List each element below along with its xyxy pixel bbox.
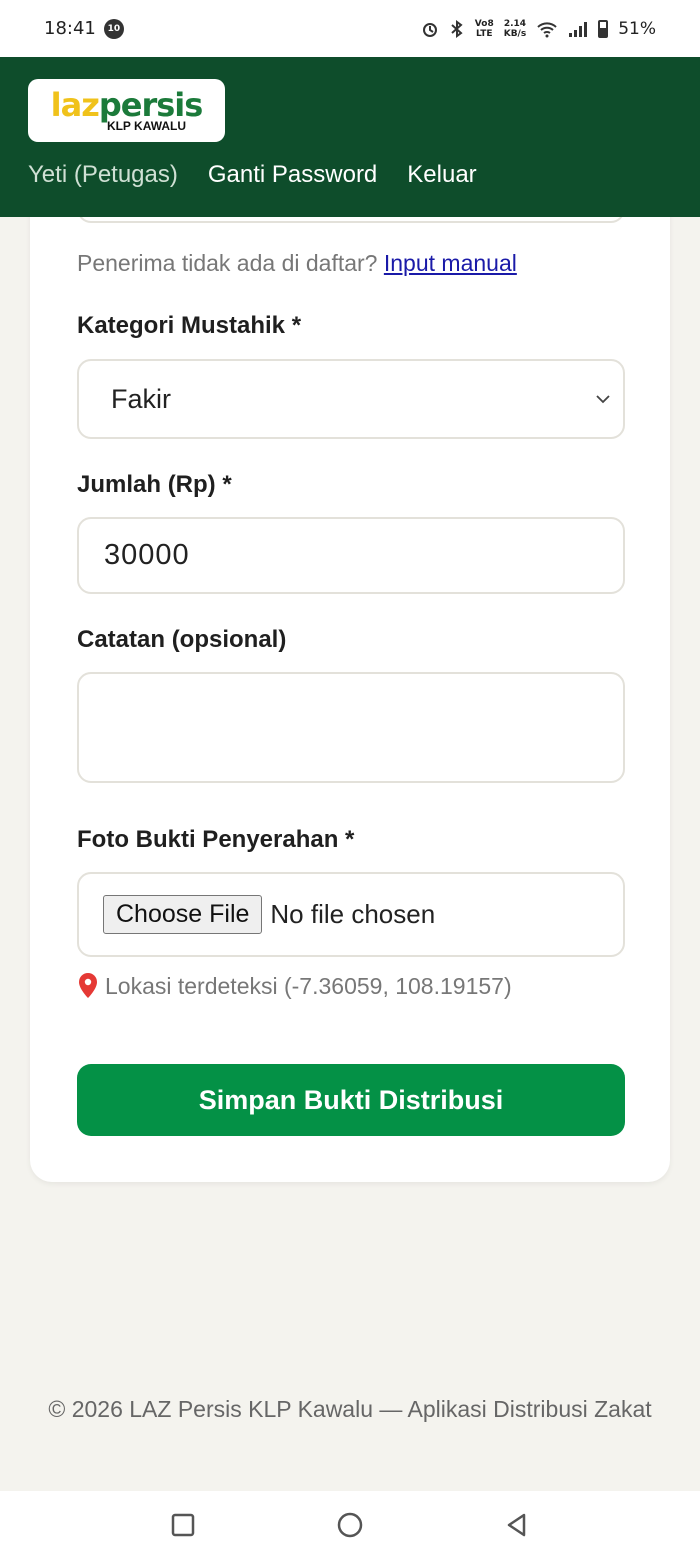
amount-label: Jumlah (Rp) * [77, 471, 232, 498]
nav-change-password[interactable]: Ganti Password [208, 161, 377, 189]
app-header: lazpersis KLP KAWALU Yeti (Petugas) Gant… [0, 57, 700, 217]
app-logo[interactable]: lazpersis KLP KAWALU [28, 79, 225, 142]
choose-file-button[interactable]: Choose File [103, 895, 263, 934]
manual-prompt: Penerima tidak ada di daftar? [77, 250, 378, 276]
status-right: Vo8 LTE 2.14 KB/s 51% [421, 19, 656, 39]
category-label: Kategori Mustahik * [77, 312, 302, 339]
signal-icon [569, 21, 588, 37]
no-file-text: No file chosen [270, 899, 436, 929]
manual-input-link[interactable]: Input manual [384, 250, 517, 276]
back-icon[interactable] [502, 1510, 532, 1540]
photo-label: Foto Bukti Penyerahan * [77, 826, 355, 853]
wifi-icon [537, 21, 557, 37]
chevron-down-icon [596, 395, 610, 404]
status-left: 18:41 10 [44, 18, 124, 39]
logo-wordmark: lazpersis [50, 85, 204, 124]
nav-user: Yeti (Petugas) [28, 161, 178, 188]
manual-input-hint: Penerima tidak ada di daftar? Input manu… [77, 250, 517, 277]
battery-icon [598, 19, 609, 38]
note-textarea[interactable] [77, 672, 625, 783]
clock: 18:41 [44, 18, 96, 39]
location-status: Lokasi terdeteksi (-7.36059, 108.19157) [77, 972, 512, 1000]
amount-input[interactable]: 30000 [77, 517, 625, 594]
battery-level: 51% [618, 18, 656, 39]
system-nav-bar [0, 1491, 700, 1559]
photo-file-input[interactable]: Choose File No file chosen [77, 872, 625, 957]
network-speed: 2.14 KB/s [503, 18, 527, 39]
note-label: Catatan (opsional) [77, 626, 287, 653]
notification-badge: 10 [103, 18, 124, 39]
alarm-icon [422, 22, 437, 37]
map-pin-icon [79, 973, 97, 998]
page-footer: © 2026 LAZ Persis KLP Kawalu — Aplikasi … [48, 1396, 652, 1422]
location-text: Lokasi terdeteksi (-7.36059, 108.19157) [105, 972, 512, 999]
network-type: Vo8 LTE [474, 18, 494, 39]
category-select[interactable]: Fakir [77, 359, 625, 439]
header-nav: Yeti (Petugas) Ganti Password Keluar [28, 161, 477, 189]
submit-button[interactable]: Simpan Bukti Distribusi [77, 1064, 625, 1136]
status-bar: 18:41 10 Vo8 LTE 2.14 KB/s 51% [0, 0, 700, 57]
nav-logout[interactable]: Keluar [407, 161, 476, 189]
bluetooth-icon [451, 19, 463, 38]
recents-icon[interactable] [168, 1510, 198, 1540]
form-card [30, 150, 670, 1182]
category-value: Fakir [111, 383, 171, 414]
logo-subtitle: KLP KAWALU [106, 118, 187, 133]
home-icon[interactable] [335, 1510, 365, 1540]
